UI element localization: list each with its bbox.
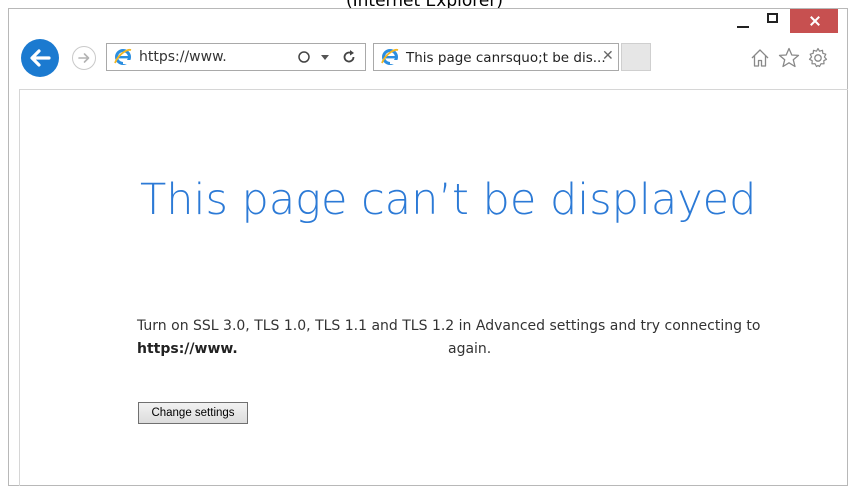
home-icon[interactable] (749, 47, 771, 69)
maximize-button[interactable] (760, 9, 786, 33)
back-button[interactable] (21, 39, 59, 77)
forward-button[interactable] (72, 46, 96, 70)
forward-arrow-icon (78, 53, 90, 63)
ie-logo-icon (381, 48, 399, 65)
new-tab-button[interactable] (621, 43, 651, 71)
tab-close-button[interactable]: ✕ (602, 48, 614, 64)
title-bar (9, 9, 847, 39)
minimize-button[interactable] (731, 9, 755, 33)
refresh-icon[interactable] (341, 49, 357, 65)
dropdown-icon[interactable] (321, 55, 329, 61)
change-settings-button[interactable]: Change settings (138, 402, 248, 424)
close-window-button[interactable] (790, 9, 838, 33)
back-arrow-icon (30, 49, 51, 67)
tab-title: This page canrsquo;t be dis... (406, 50, 606, 66)
gear-icon[interactable] (806, 46, 830, 70)
address-bar[interactable]: https://www. (106, 43, 366, 71)
page-content (19, 89, 848, 486)
error-message-url: https://www. (137, 341, 238, 357)
page-title: This page can’t be displayed (140, 175, 757, 225)
browser-window: https://www. This page canrsquo;t be dis… (8, 8, 848, 486)
favorites-star-icon[interactable] (777, 46, 801, 70)
tab-active[interactable]: This page canrsquo;t be dis... ✕ (373, 43, 619, 71)
ie-logo-icon (114, 48, 132, 65)
address-url[interactable]: https://www. (139, 49, 227, 65)
search-icon[interactable] (297, 50, 311, 64)
error-message-suffix: again. (448, 341, 492, 357)
error-message: Turn on SSL 3.0, TLS 1.0, TLS 1.1 and TL… (137, 318, 761, 334)
